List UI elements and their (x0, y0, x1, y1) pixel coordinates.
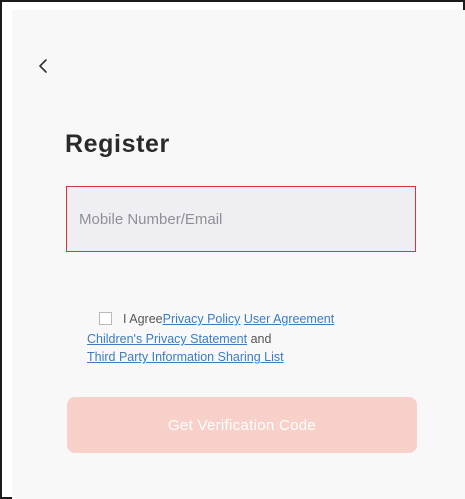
device-frame: Register I AgreePrivacy Policy User Agre… (0, 0, 465, 499)
agreement-line-2: Children's Privacy Statement and (87, 330, 437, 348)
user-agreement-link[interactable]: User Agreement (244, 312, 334, 326)
page-title: Register (65, 130, 170, 158)
chevron-left-icon (39, 59, 47, 73)
account-field-container (66, 186, 416, 252)
register-screen: Register I AgreePrivacy Policy User Agre… (12, 10, 465, 499)
agreement-section: I AgreePrivacy Policy User Agreement Chi… (87, 310, 437, 366)
agreement-text-line: I AgreePrivacy Policy User Agreement (123, 310, 334, 328)
agreement-row: I AgreePrivacy Policy User Agreement (87, 310, 437, 330)
mobile-email-input[interactable] (67, 187, 415, 251)
third-party-sharing-link[interactable]: Third Party Information Sharing List (87, 350, 284, 364)
agreement-line-3: Third Party Information Sharing List (87, 348, 437, 366)
get-verification-code-button[interactable]: Get Verification Code (67, 397, 417, 453)
childrens-privacy-link[interactable]: Children's Privacy Statement (87, 332, 247, 346)
back-button[interactable] (32, 54, 56, 78)
agree-prefix-label: I Agree (123, 312, 163, 326)
and-label: and (247, 332, 272, 346)
privacy-policy-link[interactable]: Privacy Policy (163, 312, 241, 326)
agree-checkbox[interactable] (99, 312, 112, 325)
